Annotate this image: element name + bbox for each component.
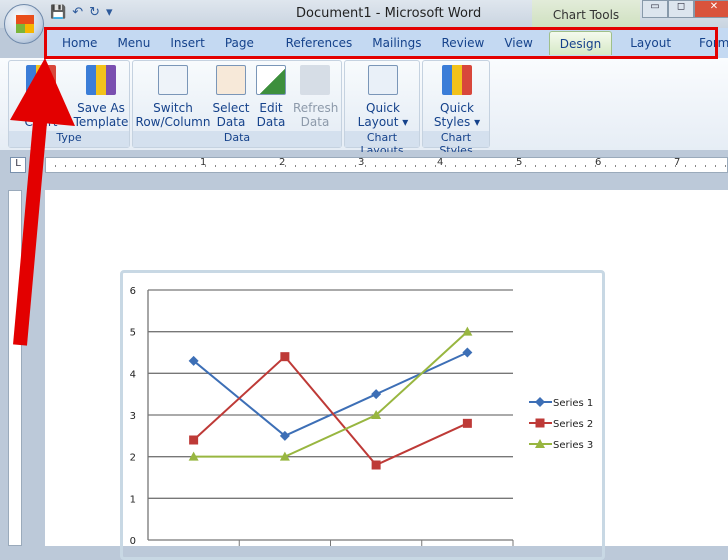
y-tick-label: 2 xyxy=(130,453,136,464)
highlight-box xyxy=(44,27,718,59)
series-line xyxy=(192,351,468,438)
data-point xyxy=(462,347,473,358)
office-button[interactable] xyxy=(4,4,44,44)
data-point xyxy=(371,389,382,400)
data-point xyxy=(535,418,545,428)
data-point xyxy=(371,460,381,470)
legend-label: Series 2 xyxy=(553,419,593,430)
legend-label: Series 1 xyxy=(553,398,593,409)
y-tick-label: 6 xyxy=(130,286,136,297)
y-tick-label: 1 xyxy=(130,494,136,505)
line-chart[interactable]: 0 1 2 3 4 5 6 Series 1 Series 2 Series 3 xyxy=(0,0,728,546)
data-point xyxy=(535,397,545,407)
office-logo-icon xyxy=(16,15,34,33)
data-point xyxy=(280,352,290,362)
y-tick-label: 3 xyxy=(130,411,136,422)
legend-label: Series 3 xyxy=(553,440,593,451)
y-tick-label: 0 xyxy=(130,536,136,546)
data-point xyxy=(189,435,199,445)
y-tick-label: 5 xyxy=(130,328,136,339)
y-tick-label: 4 xyxy=(130,369,136,380)
data-point xyxy=(462,418,472,428)
